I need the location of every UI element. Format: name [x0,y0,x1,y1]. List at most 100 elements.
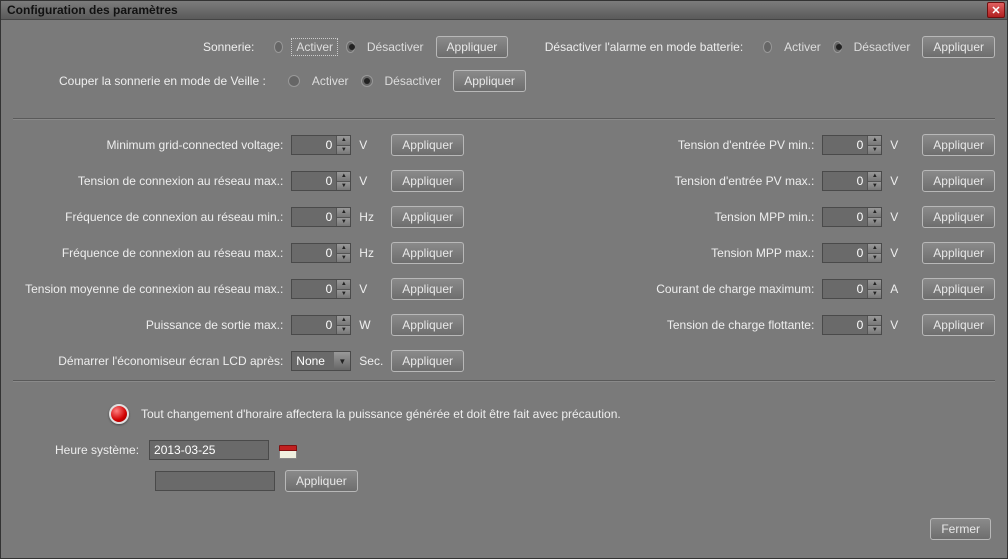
apply-button[interactable]: Appliquer [391,278,464,300]
spinner-grid-min-voltage[interactable]: 0 ▲▼ [291,135,351,155]
param-grid-min-voltage: Minimum grid-connected voltage: 0 ▲▼ V A… [13,134,464,156]
chevron-down-icon[interactable]: ▼ [334,352,350,370]
close-button[interactable]: Fermer [930,518,991,540]
spinner-pv-max[interactable]: 0 ▲▼ [822,171,882,191]
row-couper-sonnerie: Couper la sonnerie en mode de Veille : A… [13,70,995,92]
apply-button[interactable]: Appliquer [391,170,464,192]
dropdown-lcd-saver[interactable]: None ▼ [291,351,351,371]
radio-alarme-activer[interactable] [763,41,772,53]
apply-button[interactable]: Appliquer [922,278,995,300]
row-sonnerie-and-alarm: Sonnerie: Activer Désactiver Appliquer D… [13,36,995,58]
footer: Fermer [13,510,995,548]
chevron-up-icon[interactable]: ▲ [868,316,881,326]
warning-icon [109,404,129,424]
spinner-mpp-min[interactable]: 0 ▲▼ [822,207,882,227]
warning-text: Tout changement d'horaire affectera la p… [141,407,621,421]
divider-top [13,118,995,120]
radio-label-desactiver: Désactiver [363,40,428,54]
chevron-down-icon[interactable]: ▼ [868,290,881,299]
time-row: Appliquer [13,470,995,492]
radio-label-activer: Activer [291,38,338,56]
param-mpp-min: Tension MPP min.: 0 ▲▼ V Appliquer [544,206,995,228]
spinner-pv-min[interactable]: 0 ▲▼ [822,135,882,155]
apply-button[interactable]: Appliquer [922,206,995,228]
spinner-grid-max-voltage[interactable]: 0 ▲▼ [291,171,351,191]
label-sonnerie: Sonnerie: [203,40,254,54]
param-grid-max-freq: Fréquence de connexion au réseau max.: 0… [13,242,464,264]
time-input[interactable] [155,471,275,491]
chevron-down-icon[interactable]: ▼ [868,254,881,263]
date-input[interactable] [149,440,269,460]
chevron-down-icon[interactable]: ▼ [868,146,881,155]
chevron-up-icon[interactable]: ▲ [337,280,350,290]
param-pv-min: Tension d'entrée PV min.: 0 ▲▼ V Appliqu… [544,134,995,156]
label-couper-sonnerie: Couper la sonnerie en mode de Veille : [59,74,266,88]
apply-button[interactable]: Appliquer [391,242,464,264]
chevron-down-icon[interactable]: ▼ [337,254,350,263]
param-output-power: Puissance de sortie max.: 0 ▲▼ W Appliqu… [13,314,464,336]
spinner-mpp-max[interactable]: 0 ▲▼ [822,243,882,263]
label-alarme-batterie: Désactiver l'alarme en mode batterie: [545,40,743,54]
content-area: Sonnerie: Activer Désactiver Appliquer D… [1,20,1007,558]
radio-veille-activer[interactable] [288,75,300,87]
apply-button[interactable]: Appliquer [922,134,995,156]
spinner-charge-current[interactable]: 0 ▲▼ [822,279,882,299]
param-grid-max-voltage: Tension de connexion au réseau max.: 0 ▲… [13,170,464,192]
chevron-up-icon[interactable]: ▲ [337,172,350,182]
radio-alarme-desactiver[interactable] [833,41,842,53]
param-grid-min-freq: Fréquence de connexion au réseau min.: 0… [13,206,464,228]
chevron-up-icon[interactable]: ▲ [868,136,881,146]
radio-veille-desactiver[interactable] [361,75,373,87]
spinner-float-voltage[interactable]: 0 ▲▼ [822,315,882,335]
chevron-up-icon[interactable]: ▲ [868,208,881,218]
apply-button[interactable]: Appliquer [391,134,464,156]
chevron-down-icon[interactable]: ▼ [868,326,881,335]
left-column: Minimum grid-connected voltage: 0 ▲▼ V A… [13,134,464,372]
radio-sonnerie-activer[interactable] [274,41,283,53]
chevron-down-icon[interactable]: ▼ [868,218,881,227]
calendar-icon[interactable] [279,443,295,457]
chevron-up-icon[interactable]: ▲ [868,280,881,290]
chevron-down-icon[interactable]: ▼ [337,290,350,299]
apply-button[interactable]: Appliquer [922,170,995,192]
chevron-up-icon[interactable]: ▲ [337,316,350,326]
spinner-grid-avg-voltage[interactable]: 0 ▲▼ [291,279,351,299]
chevron-up-icon[interactable]: ▲ [337,208,350,218]
chevron-up-icon[interactable]: ▲ [868,244,881,254]
param-mpp-max: Tension MPP max.: 0 ▲▼ V Appliquer [544,242,995,264]
chevron-up-icon[interactable]: ▲ [337,136,350,146]
spinner-grid-max-freq[interactable]: 0 ▲▼ [291,243,351,263]
chevron-down-icon[interactable]: ▼ [337,218,350,227]
chevron-down-icon[interactable]: ▼ [337,326,350,335]
system-time-section: Tout changement d'horaire affectera la p… [13,396,995,510]
alarm-settings: Sonnerie: Activer Désactiver Appliquer D… [13,30,995,116]
apply-alarme-button[interactable]: Appliquer [922,36,995,58]
chevron-down-icon[interactable]: ▼ [868,182,881,191]
apply-button[interactable]: Appliquer [922,314,995,336]
params-section: Minimum grid-connected voltage: 0 ▲▼ V A… [13,128,995,378]
apply-button[interactable]: Appliquer [391,206,464,228]
apply-time-button[interactable]: Appliquer [285,470,358,492]
spinner-output-power[interactable]: 0 ▲▼ [291,315,351,335]
apply-button[interactable]: Appliquer [391,350,464,372]
apply-button[interactable]: Appliquer [922,242,995,264]
radio-sonnerie-desactiver[interactable] [346,41,355,53]
apply-sonnerie-button[interactable]: Appliquer [436,36,509,58]
param-float-voltage: Tension de charge flottante: 0 ▲▼ V Appl… [544,314,995,336]
chevron-up-icon[interactable]: ▲ [868,172,881,182]
spinner-grid-min-freq[interactable]: 0 ▲▼ [291,207,351,227]
param-pv-max: Tension d'entrée PV max.: 0 ▲▼ V Appliqu… [544,170,995,192]
apply-veille-button[interactable]: Appliquer [453,70,526,92]
config-window: Configuration des paramètres ✕ Sonnerie:… [0,0,1008,559]
param-charge-current: Courant de charge maximum: 0 ▲▼ A Appliq… [544,278,995,300]
chevron-up-icon[interactable]: ▲ [337,244,350,254]
chevron-down-icon[interactable]: ▼ [337,182,350,191]
titlebar: Configuration des paramètres ✕ [1,1,1007,20]
warning-row: Tout changement d'horaire affectera la p… [13,404,995,424]
apply-button[interactable]: Appliquer [391,314,464,336]
close-icon[interactable]: ✕ [987,2,1005,18]
right-column: Tension d'entrée PV min.: 0 ▲▼ V Appliqu… [544,134,995,372]
date-row: Heure système: [13,440,995,460]
window-title: Configuration des paramètres [7,3,178,17]
chevron-down-icon[interactable]: ▼ [337,146,350,155]
